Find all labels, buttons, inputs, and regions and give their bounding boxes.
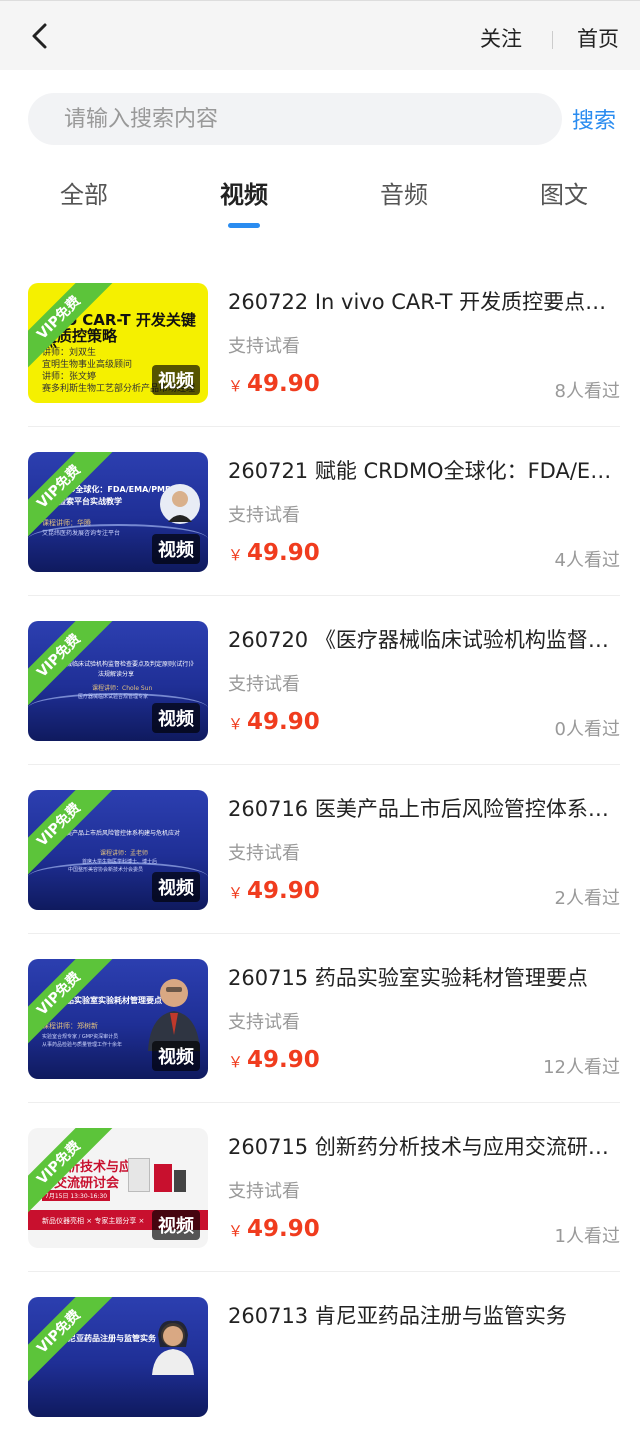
list-item[interactable]: 医美产品上市后风险管控体系构建与危机应对 课程讲师：孟老师 首席大学生物医学科博… xyxy=(28,765,620,934)
price-value: 49.90 xyxy=(247,1047,320,1073)
search-button[interactable]: 搜索 xyxy=(572,103,616,135)
price: ￥ 49.90 xyxy=(228,1216,320,1242)
price-value: 49.90 xyxy=(247,709,320,735)
back-arrow-icon[interactable] xyxy=(26,21,56,51)
active-tab-indicator xyxy=(228,223,260,228)
view-count: 2人看过 xyxy=(554,888,620,909)
view-count: 4人看过 xyxy=(554,550,620,571)
video-badge: 视频 xyxy=(152,365,200,395)
lecturer-photo xyxy=(160,484,200,524)
list-item[interactable]: CRDMO全球化：FDA/EMA/PMDA 官方检索平台实战教学 课程讲师：华腾… xyxy=(28,427,620,596)
price: ￥ 49.90 xyxy=(228,540,320,566)
course-thumbnail: 分析技术与应用 交流研讨会 7月15日 13:30-16:30 新品仪器亮相 ×… xyxy=(28,1128,208,1248)
course-title: 260715 创新药分析技术与应用交流研讨会 xyxy=(228,1135,620,1159)
trial-label: 支持试看 xyxy=(228,336,300,357)
trial-label: 支持试看 xyxy=(228,505,300,526)
home-link[interactable]: 首页 xyxy=(577,23,619,53)
thumbnail-title: 法规解读分享 xyxy=(98,671,135,678)
price-value: 49.90 xyxy=(247,878,320,904)
lecturer-photo xyxy=(148,979,200,1051)
tab-article[interactable]: 图文 xyxy=(514,175,614,210)
list-item[interactable]: 《医疗器械临床试验机构监督检查要点及判定原则(试行)》 法规解读分享 课程讲师：… xyxy=(28,596,620,765)
list-item[interactable]: 药品实验室实验耗材管理要点 课程讲师：郑树新 实验室合规专家 / GMP资深审计… xyxy=(28,934,620,1103)
course-title: 260721 赋能 CRDMO全球化：FDA/EMA/PMDA官方检索平台实战教… xyxy=(228,459,620,483)
top-bar: 关注 首页 xyxy=(0,0,640,70)
video-badge: 视频 xyxy=(152,1210,200,1240)
course-thumbnail: CRDMO全球化：FDA/EMA/PMDA 官方检索平台实战教学 课程讲师：华腾… xyxy=(28,452,208,572)
trial-label: 支持试看 xyxy=(228,843,300,864)
search-input[interactable] xyxy=(64,93,544,145)
price: ￥ 49.90 xyxy=(228,371,320,397)
trial-label: 支持试看 xyxy=(228,674,300,695)
video-badge: 视频 xyxy=(152,872,200,902)
currency-symbol: ￥ xyxy=(228,1222,244,1240)
course-thumbnail: 药品实验室实验耗材管理要点 课程讲师：郑树新 实验室合规专家 / GMP资深审计… xyxy=(28,959,208,1079)
course-thumbnail: vivo CAR-T 开发关键点 及质控策略 讲师：刘双生 宜明生物事业高级顾问… xyxy=(28,283,208,403)
lecturer-photo xyxy=(152,1320,194,1375)
thumbnail-title: 医美产品上市后风险管控体系构建与危机应对 xyxy=(60,830,181,837)
search-box xyxy=(28,93,562,145)
course-title: 260713 肯尼亚药品注册与监管实务 xyxy=(228,1304,567,1328)
currency-symbol: ￥ xyxy=(228,1053,244,1071)
list-item[interactable]: 肯尼亚药品注册与监管实务 VIP免费 260713 肯尼亚药品注册与监管实务 xyxy=(28,1272,620,1441)
category-tabs: 全部 视频 音频 图文 xyxy=(0,175,640,235)
trial-label: 支持试看 xyxy=(228,1181,300,1202)
price: ￥ 49.90 xyxy=(228,1047,320,1073)
trial-label: 支持试看 xyxy=(228,1012,300,1033)
tab-video[interactable]: 视频 xyxy=(194,175,294,210)
currency-symbol: ￥ xyxy=(228,377,244,395)
course-title: 260716 医美产品上市后风险管控体系构建与危机应对 xyxy=(228,797,620,821)
view-count: 1人看过 xyxy=(554,1226,620,1247)
view-count: 8人看过 xyxy=(554,381,620,402)
thumbnail-text: 课程讲师：Chole Sun xyxy=(92,685,153,692)
course-thumbnail: 《医疗器械临床试验机构监督检查要点及判定原则(试行)》 法规解读分享 课程讲师：… xyxy=(28,621,208,741)
video-badge: 视频 xyxy=(152,703,200,733)
thumbnail-text: 新品仪器亮相 × 专家主题分享 × xyxy=(42,1217,145,1225)
tab-all[interactable]: 全部 xyxy=(34,175,134,210)
video-badge: 视频 xyxy=(152,534,200,564)
thumbnail-text: 课程讲师：郑树新 xyxy=(42,1022,98,1030)
course-thumbnail: 医美产品上市后风险管控体系构建与危机应对 课程讲师：孟老师 首席大学生物医学科博… xyxy=(28,790,208,910)
divider xyxy=(552,31,553,49)
list-item[interactable]: vivo CAR-T 开发关键点 及质控策略 讲师：刘双生 宜明生物事业高级顾问… xyxy=(28,258,620,427)
instrument-image xyxy=(124,1150,188,1202)
view-count: 12人看过 xyxy=(543,1057,620,1078)
list-item[interactable]: 分析技术与应用 交流研讨会 7月15日 13:30-16:30 新品仪器亮相 ×… xyxy=(28,1103,620,1272)
price-value: 49.90 xyxy=(247,1216,320,1242)
video-badge: 视频 xyxy=(152,1041,200,1071)
course-title: 260715 药品实验室实验耗材管理要点 xyxy=(228,966,588,990)
price: ￥ 49.90 xyxy=(228,709,320,735)
view-count: 0人看过 xyxy=(554,719,620,740)
course-thumbnail: 肯尼亚药品注册与监管实务 VIP免费 xyxy=(28,1297,208,1417)
thumbnail-text: 从事药品检验与质量管理工作十余年 xyxy=(42,1042,123,1048)
price: ￥ 49.90 xyxy=(228,878,320,904)
currency-symbol: ￥ xyxy=(228,884,244,902)
price-value: 49.90 xyxy=(247,540,320,566)
price-value: 49.90 xyxy=(247,371,320,397)
currency-symbol: ￥ xyxy=(228,546,244,564)
thumbnail-text: 7月15日 13:30-16:30 xyxy=(42,1190,111,1201)
currency-symbol: ￥ xyxy=(228,715,244,733)
course-title: 260722 In vivo CAR-T 开发质控要点及质控策略 xyxy=(228,290,620,314)
thumbnail-text: 课程讲师：孟老师 xyxy=(100,850,149,857)
thumbnail-text: 实验室合规专家 / GMP资深审计员 xyxy=(42,1034,119,1040)
course-title: 260720 《医疗器械临床试验机构监督检查要点及判定原则(试行)》法规解读分享 xyxy=(228,628,620,652)
follow-link[interactable]: 关注 xyxy=(480,23,522,53)
tab-audio[interactable]: 音频 xyxy=(354,175,454,210)
